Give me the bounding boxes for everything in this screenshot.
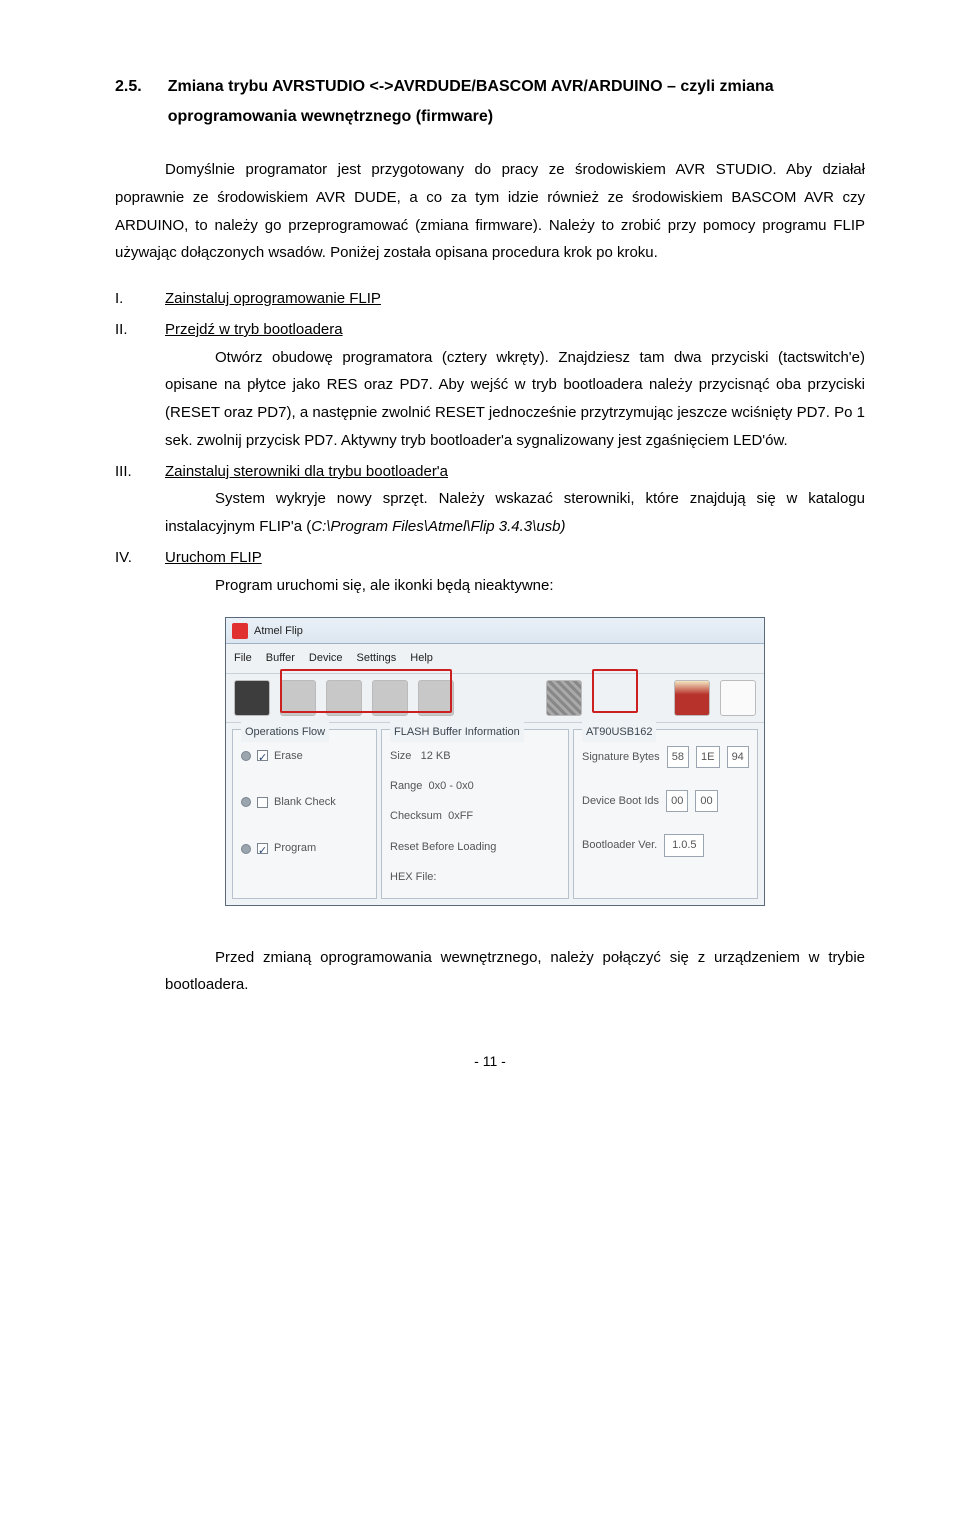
menu-file[interactable]: File [234,648,252,668]
list-item-body: Program uruchomi się, ale ikonki będą ni… [165,572,865,600]
op-label: Blank Check [274,792,336,812]
devboot-byte: 00 [695,790,717,812]
operations-flow-panel: Operations Flow Erase Blank Check Progra… [232,729,377,899]
highlight-box [592,669,638,713]
outro-paragraph: Przed zmianą oprogramowania wewnętrznego… [165,944,865,1000]
list-item-number: III. [115,458,165,486]
list-item-body: Otwórz obudowę programatora (cztery wkrę… [165,344,865,455]
app-screenshot: Atmel Flip File Buffer Device Settings H… [225,617,765,905]
range-label: Range [390,780,422,792]
list-item-label: Przejdź w tryb bootloadera [165,316,343,344]
list-item: II. Przejdź w tryb bootloadera Otwórz ob… [115,316,865,455]
list-item: III. Zainstaluj sterowniki dla trybu boo… [115,458,865,541]
list-item-number: IV. [115,544,165,572]
op-row: Blank Check [241,792,368,812]
list-item: IV. Uruchom FLIP Program uruchomi się, a… [115,544,865,600]
window-title: Atmel Flip [254,621,303,641]
panel-title: Operations Flow [241,722,329,742]
chip-select-icon[interactable] [234,680,270,716]
list-item: I. Zainstaluj oprogramowanie FLIP [115,285,865,313]
panel-title: FLASH Buffer Information [390,722,524,742]
checkbox[interactable] [257,797,268,808]
checksum-value: 0xFF [448,810,473,822]
info-row: Size 12 KB [390,746,560,766]
blver-label: Bootloader Ver. [582,839,657,851]
bullet-icon [241,751,251,761]
op-label: Program [274,838,316,858]
procedure-list: I. Zainstaluj oprogramowanie FLIP II. Pr… [115,285,865,599]
info-row: HEX File: [390,867,560,887]
size-label: Size [390,750,411,762]
menu-device[interactable]: Device [309,648,343,668]
intro-paragraph: Domyślnie programator jest przygotowany … [115,156,865,267]
devboot-label: Device Boot Ids [582,795,659,807]
op-row: Erase [241,746,368,766]
size-value: 12 KB [421,750,451,762]
checksum-label: Checksum [390,810,442,822]
flash-buffer-panel: FLASH Buffer Information Size 12 KB Rang… [381,729,569,899]
app-icon [232,623,248,639]
info-row: Checksum 0xFF [390,806,560,826]
bullet-icon [241,844,251,854]
book-icon[interactable] [674,680,710,716]
list-item-label: Zainstaluj oprogramowanie FLIP [165,285,381,313]
info-row: Range 0x0 - 0x0 [390,776,560,796]
info-row: Bootloader Ver. 1.0.5 [582,834,749,856]
info-row: Signature Bytes 58 1E 94 [582,746,749,768]
toolbar-icon[interactable] [720,680,756,716]
blver-value: 1.0.5 [664,834,704,856]
list-item-body: System wykryje nowy sprzęt. Należy wskaz… [165,485,865,541]
list-item-number: II. [115,316,165,344]
sig-byte: 94 [727,746,749,768]
section-number: 2.5. [115,72,168,102]
body-italic-path: C:\Program Files\Atmel\Flip 3.4.3\usb) [311,518,565,535]
list-item-number: I. [115,285,165,313]
info-row: Reset Before Loading [390,837,560,857]
menu-help[interactable]: Help [410,648,433,668]
hex-label: HEX File: [390,871,436,883]
panels-area: Operations Flow Erase Blank Check Progra… [226,723,764,905]
op-row: Program [241,838,368,858]
menu-buffer[interactable]: Buffer [266,648,295,668]
range-value: 0x0 - 0x0 [429,780,474,792]
panel-title: AT90USB162 [582,722,656,742]
list-item-label: Zainstaluj sterowniki dla trybu bootload… [165,458,448,486]
devboot-byte: 00 [666,790,688,812]
checkbox[interactable] [257,843,268,854]
usb-cable-icon[interactable] [546,680,582,716]
checkbox[interactable] [257,750,268,761]
sig-byte: 58 [667,746,689,768]
section-heading: 2.5. Zmiana trybu AVRSTUDIO <->AVRDUDE/B… [115,72,865,131]
info-row: Device Boot Ids 00 00 [582,790,749,812]
sig-byte: 1E [696,746,719,768]
section-title: Zmiana trybu AVRSTUDIO <->AVRDUDE/BASCOM… [168,72,865,131]
menu-settings[interactable]: Settings [357,648,397,668]
list-item-label: Uruchom FLIP [165,544,262,572]
bullet-icon [241,797,251,807]
reset-label: Reset Before Loading [390,841,496,853]
highlight-box [280,669,452,713]
op-label: Erase [274,746,303,766]
window-titlebar: Atmel Flip [226,618,764,644]
sig-label: Signature Bytes [582,751,660,763]
page-number: - 11 - [115,1049,865,1075]
device-info-panel: AT90USB162 Signature Bytes 58 1E 94 Devi… [573,729,758,899]
